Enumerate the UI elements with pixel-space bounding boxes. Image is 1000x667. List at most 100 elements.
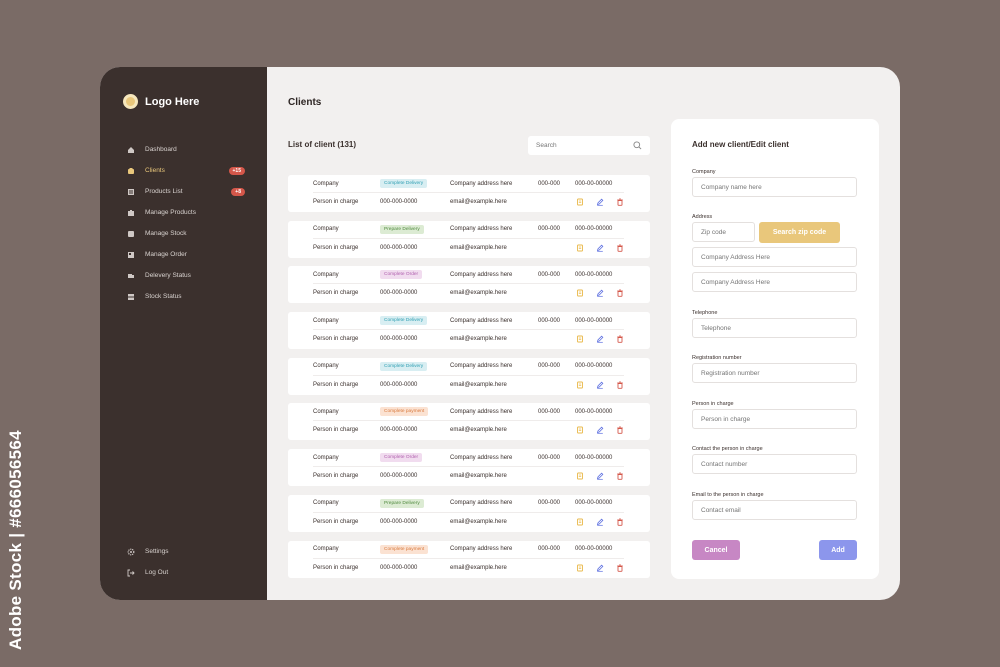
sidebar-item-delevery-status[interactable]: Delevery Status [127,265,245,286]
view-icon[interactable] [576,198,584,206]
telephone-cell: 000-00-00000 [575,500,613,507]
telephone-field[interactable] [692,318,857,338]
sidebar-item-manage-products[interactable]: Manage Products [127,202,245,223]
edit-icon[interactable] [596,198,604,206]
telephone-label: Telephone [692,310,718,316]
client-row[interactable]: Company Prepare Delivery Company address h… [288,220,650,258]
sidebar-item-settings[interactable]: Settings [127,541,245,562]
zip-code-field[interactable] [692,222,755,242]
client-row-line2: Person in charge 000-000-0000 email@exampl… [288,330,650,348]
row-actions [576,289,624,298]
view-icon[interactable] [576,518,584,526]
person-cell: Person in charge [313,381,359,388]
phone-cell: 000-000-0000 [380,336,418,343]
zip-cell: 000-000 [538,408,561,415]
client-row[interactable]: Company Complete Delivery Company address … [288,357,650,395]
client-row[interactable]: Company Complete Delivery Company address … [288,175,650,212]
edit-icon[interactable] [596,381,604,389]
registration-field[interactable] [692,363,857,383]
client-row[interactable]: Company Complete payment Company address h… [288,403,650,441]
form-title: Add new client/Edit client [692,140,789,149]
delete-icon[interactable] [616,198,624,206]
status-badge: Complete payment [380,407,429,417]
telephone-cell: 000-00-00000 [575,271,613,278]
delete-icon[interactable] [616,563,624,572]
sidebar-item-log-out[interactable]: Log Out [127,562,245,583]
cancel-button[interactable]: Cancel [692,540,740,560]
view-icon[interactable] [576,426,584,434]
sidebar-item-label: Manage Products [145,209,196,216]
view-icon[interactable] [576,564,584,572]
zip-cell: 000-000 [538,500,561,507]
delete-icon[interactable] [616,426,624,435]
edit-icon[interactable] [596,244,604,252]
view-icon[interactable] [576,472,584,480]
contact-number-field[interactable] [692,454,857,474]
company-cell: Company [313,408,339,415]
status-badge: Prepare Delivery [380,224,424,234]
edit-icon[interactable] [596,335,604,343]
edit-icon[interactable] [596,564,604,572]
status-badge: Complete Delivery [380,361,428,371]
sidebar-item-stock-status[interactable]: Stock Status [127,286,245,307]
delete-icon[interactable] [616,335,624,343]
client-row[interactable]: Company Complete Order Company address her… [288,266,650,304]
logo-text: Logo Here [145,95,200,108]
delete-icon[interactable] [616,472,624,480]
edit-icon[interactable] [596,518,604,526]
view-icon[interactable] [576,335,584,343]
sidebar-item-dashboard[interactable]: Dashboard [127,139,245,160]
client-row-line2: Person in charge 000-000-0000 email@exampl… [288,467,650,485]
address-line2-field[interactable] [692,272,857,292]
manage-order-icon [128,251,134,258]
sidebar-item-products-list[interactable]: Products List +8 [127,181,245,202]
client-row[interactable]: Company Complete payment Company address h… [288,540,650,578]
company-cell: Company [313,363,339,370]
client-row[interactable]: Company Complete Order Company address her… [288,449,650,487]
view-icon[interactable] [576,244,584,252]
sidebar-item-manage-stock[interactable]: Manage Stock [127,223,245,244]
company-field[interactable] [692,177,857,197]
status-badge: Complete Delivery [380,179,428,188]
person-cell: Person in charge [313,518,359,525]
edit-icon[interactable] [596,426,604,435]
company-cell: Company [313,271,339,278]
logo[interactable]: Logo Here [123,94,199,109]
registration-label: Registration number [692,355,742,361]
edit-icon[interactable] [596,289,604,298]
status-badge: Complete Order [380,453,423,463]
client-row[interactable]: Company Prepare Delivery Company address h… [288,494,650,532]
search-zip-code-button[interactable]: Search zip code [759,222,840,243]
client-row[interactable]: Company Complete Delivery Company address … [288,312,650,350]
client-list: Company Complete Delivery Company address … [288,175,650,586]
search-icon[interactable] [633,141,642,150]
delete-icon[interactable] [616,518,624,526]
delete-icon[interactable] [616,381,624,389]
view-icon[interactable] [576,289,584,297]
client-row-line1: Company Complete Delivery Company address … [313,358,624,376]
search-input[interactable] [536,142,633,149]
telephone-cell: 000-00-00000 [575,363,613,370]
contact-email-field[interactable] [692,500,857,520]
delete-icon[interactable] [616,244,624,252]
view-icon[interactable] [576,381,584,389]
address-cell: Company address here [450,317,513,324]
delete-icon[interactable] [616,289,624,298]
home-icon [128,146,134,153]
address-line1-field[interactable] [692,247,857,267]
sidebar-item-clients[interactable]: Clients +15 [127,160,245,181]
add-button[interactable]: Add [819,540,857,560]
edit-icon[interactable] [596,472,604,480]
address-cell: Company address here [450,363,513,370]
client-row-line1: Company Complete Order Company address her… [313,266,624,285]
logout-icon [127,569,135,576]
person-field[interactable] [692,409,857,429]
sidebar-item-manage-order[interactable]: Manage Order [127,244,245,265]
row-actions [576,518,624,526]
telephone-cell: 000-00-00000 [575,226,613,233]
email-cell: email@example.here [450,244,507,251]
sidebar-item-label: Stock Status [145,293,182,300]
person-cell: Person in charge [313,427,359,434]
search-box[interactable] [528,136,650,155]
manage-stock-icon [128,230,134,237]
